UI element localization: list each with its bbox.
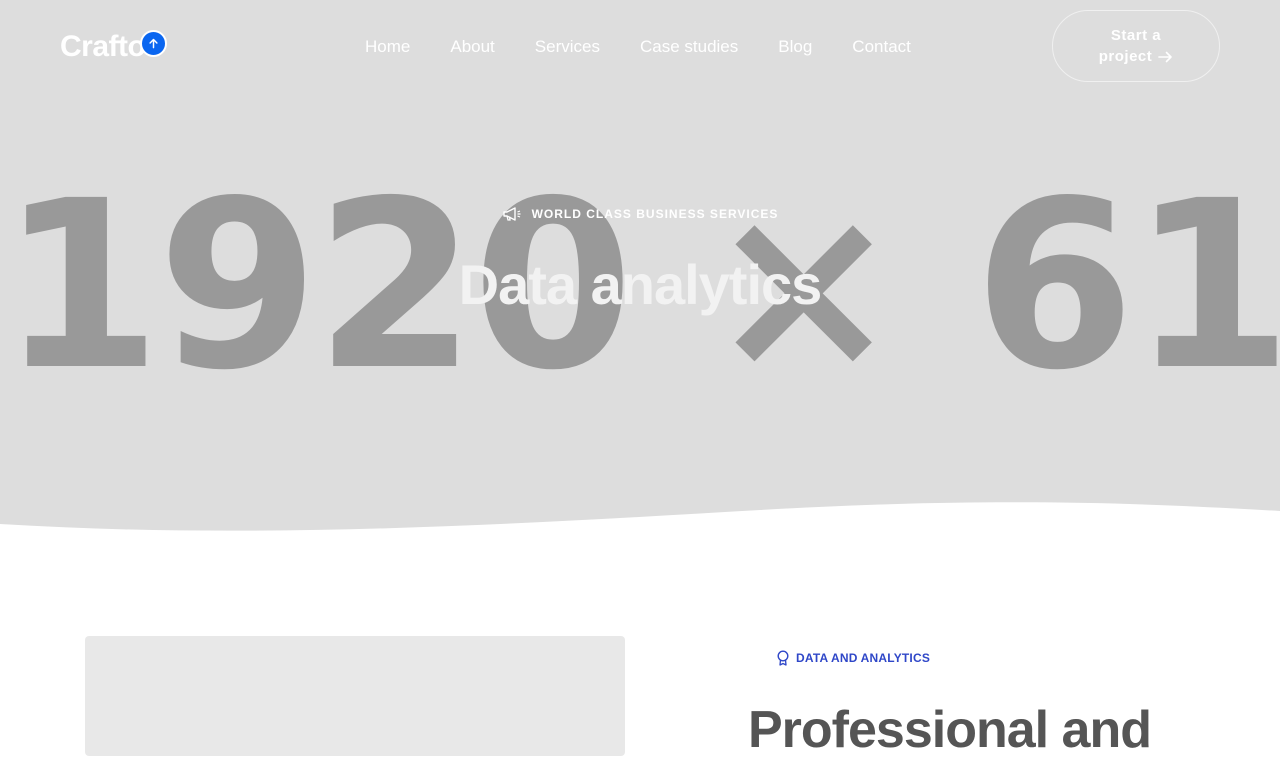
content-image-placeholder <box>85 636 625 756</box>
section-tag: DATA AND ANALYTICS <box>776 650 930 666</box>
nav-about[interactable]: About <box>430 36 514 58</box>
section-title: Professional and <box>748 701 1152 759</box>
arrow-right-icon <box>1158 51 1173 62</box>
nav-blog[interactable]: Blog <box>758 36 832 58</box>
hero-eyebrow-text: WORLD CLASS BUSINESS SERVICES <box>531 207 779 221</box>
site-header: Crafto Home About Services Case studies … <box>0 0 1280 92</box>
hero-wave-divider <box>0 502 1280 540</box>
nav-contact[interactable]: Contact <box>832 36 931 58</box>
scroll-top-button[interactable] <box>140 30 167 57</box>
megaphone-icon <box>502 207 521 221</box>
award-icon <box>777 650 789 666</box>
logo[interactable]: Crafto <box>60 30 146 64</box>
hero-title: Data analytics <box>458 253 823 316</box>
cta-label-line2: project <box>1098 48 1153 65</box>
section-tag-text: DATA AND ANALYTICS <box>796 651 931 665</box>
nav-case-studies[interactable]: Case studies <box>620 36 758 58</box>
nav-home[interactable]: Home <box>345 36 430 58</box>
hero-eyebrow: WORLD CLASS BUSINESS SERVICES <box>0 206 1280 222</box>
nav-services[interactable]: Services <box>515 36 620 58</box>
main-nav: Home About Services Case studies Blog Co… <box>345 36 931 58</box>
cta-label-line1: Start a <box>1110 27 1162 44</box>
arrow-up-icon <box>149 38 158 49</box>
start-project-button[interactable]: Start a project <box>1052 10 1220 82</box>
